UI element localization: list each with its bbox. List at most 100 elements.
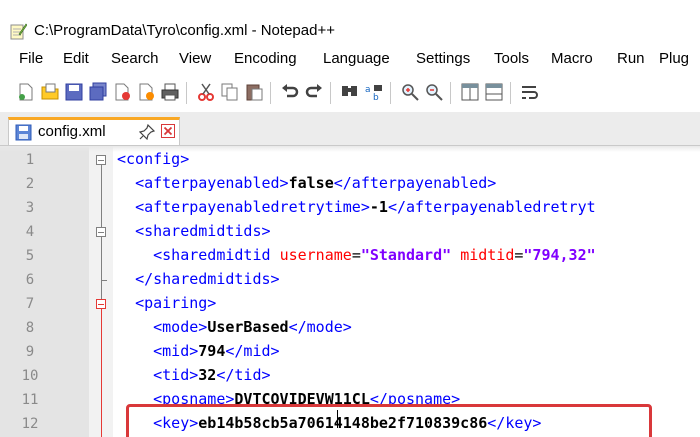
code-token-tag: </tid> xyxy=(216,366,271,384)
editor-top-shadow xyxy=(0,146,700,152)
toolbar-separator xyxy=(270,82,271,104)
sync-horizontal-icon[interactable] xyxy=(484,82,504,102)
line-number: 2 xyxy=(25,176,35,192)
fold-guide-active xyxy=(101,309,102,437)
save-icon[interactable] xyxy=(64,82,84,102)
toolbar-separator xyxy=(330,82,331,104)
saved-file-icon xyxy=(15,124,32,141)
line-number: 9 xyxy=(25,344,35,360)
line-number: 3 xyxy=(25,200,35,216)
close-icon[interactable] xyxy=(112,82,132,102)
line-number: 10 xyxy=(21,368,39,384)
close-all-icon[interactable] xyxy=(136,82,156,102)
cut-icon[interactable] xyxy=(196,82,216,102)
code-token-tag: <mode> xyxy=(153,318,208,336)
code-line[interactable]: <config> xyxy=(117,150,189,168)
print-icon[interactable] xyxy=(160,82,180,102)
code-line[interactable]: <pairing> xyxy=(117,294,216,312)
code-line[interactable]: </sharedmidtids> xyxy=(117,270,280,288)
sync-vertical-icon[interactable] xyxy=(460,82,480,102)
code-token-tag: </afterpayenabled> xyxy=(333,174,497,192)
code-token-tag: <tid> xyxy=(153,366,199,384)
code-token-tag: </afterpayenabledretryt xyxy=(387,198,596,216)
new-file-icon[interactable] xyxy=(16,82,36,102)
find-icon[interactable] xyxy=(340,82,360,102)
line-number: 6 xyxy=(25,272,35,288)
tab-label: config.xml xyxy=(38,123,106,140)
line-number: 7 xyxy=(25,296,35,312)
code-line[interactable]: <mid>794</mid> xyxy=(117,342,280,360)
menu-edit[interactable]: Edit xyxy=(63,50,89,67)
code-line[interactable]: <mode>UserBased</mode> xyxy=(117,318,352,336)
undo-icon[interactable] xyxy=(280,82,300,102)
menu-view[interactable]: View xyxy=(179,50,211,67)
svg-text:b: b xyxy=(373,93,379,102)
editor-area[interactable]: 1 2 3 4 5 6 7 8 9 10 11 12 <config> <aft… xyxy=(0,146,700,437)
fold-toggle-icon[interactable] xyxy=(96,227,106,237)
pin-icon[interactable] xyxy=(139,124,155,140)
code-token-tag: <sharedmidtid xyxy=(153,246,280,264)
close-tab-icon[interactable] xyxy=(161,124,175,138)
menu-settings[interactable]: Settings xyxy=(416,50,470,67)
line-number-gutter: 1 2 3 4 5 6 7 8 9 10 11 12 xyxy=(0,146,89,437)
menu-search[interactable]: Search xyxy=(111,50,159,67)
code-line[interactable]: <afterpayenabledretrytime>-1</afterpayen… xyxy=(117,198,596,216)
menu-encoding[interactable]: Encoding xyxy=(234,50,297,67)
code-token-val: -1 xyxy=(369,198,388,216)
menu-language[interactable]: Language xyxy=(323,50,390,67)
code-line[interactable]: <sharedmidtid username="Standard" midtid… xyxy=(117,246,596,264)
word-wrap-icon[interactable] xyxy=(520,82,540,102)
code-line[interactable]: <tid>32</tid> xyxy=(117,366,271,384)
code-token-tag: <afterpayenabled> xyxy=(135,174,289,192)
code-token-str: "Standard" xyxy=(360,246,452,264)
menu-run[interactable]: Run xyxy=(617,50,645,67)
save-all-icon[interactable] xyxy=(88,82,108,102)
svg-text:a: a xyxy=(365,85,371,95)
code-token-tag: <config> xyxy=(117,150,190,168)
open-file-icon[interactable] xyxy=(40,82,60,102)
code-token-val: false xyxy=(288,174,334,192)
code-token-tag: </mid> xyxy=(225,342,280,360)
code-token-tag: </sharedmidtids> xyxy=(135,270,280,288)
code-token-tag: <afterpayenabledretrytime> xyxy=(135,198,370,216)
replace-icon[interactable]: ab xyxy=(364,82,384,102)
code-token-val: UserBased xyxy=(207,318,289,336)
line-number: 4 xyxy=(25,224,35,240)
notepad-plus-plus-window: C:\ProgramData\Tyro\config.xml - Notepad… xyxy=(0,0,700,437)
toolbar-separator xyxy=(450,82,451,104)
code-token-val: 794 xyxy=(198,342,226,360)
menu-tools[interactable]: Tools xyxy=(494,50,529,67)
zoom-in-icon[interactable] xyxy=(400,82,420,102)
zoom-out-icon[interactable] xyxy=(424,82,444,102)
redo-icon[interactable] xyxy=(304,82,324,102)
line-number: 5 xyxy=(25,248,35,264)
toolbar: ab xyxy=(0,74,700,110)
code-token-tag: <mid> xyxy=(153,342,199,360)
code-token-val: 32 xyxy=(198,366,217,384)
tab-config-xml[interactable]: config.xml xyxy=(8,117,180,145)
toolbar-separator xyxy=(510,82,511,104)
fold-margin xyxy=(89,146,113,437)
menu-plugins[interactable]: Plug xyxy=(659,50,689,67)
code-line[interactable]: <sharedmidtids> xyxy=(117,222,271,240)
notepad-app-icon xyxy=(10,23,27,40)
window-title: C:\ProgramData\Tyro\config.xml - Notepad… xyxy=(34,22,335,39)
code-line[interactable]: <afterpayenabled>false</afterpayenabled> xyxy=(117,174,496,192)
code-token-str: "794,32" xyxy=(523,246,596,264)
menu-macro[interactable]: Macro xyxy=(551,50,593,67)
copy-icon[interactable] xyxy=(220,82,240,102)
toolbar-separator xyxy=(390,82,391,104)
fold-toggle-icon[interactable] xyxy=(96,155,106,165)
menu-file[interactable]: File xyxy=(19,50,43,67)
toolbar-separator xyxy=(186,82,187,104)
fold-toggle-icon[interactable] xyxy=(96,299,106,309)
code-token-attr: username xyxy=(279,246,352,264)
paste-icon[interactable] xyxy=(244,82,264,102)
code-token-tag: <sharedmidtids> xyxy=(135,222,271,240)
